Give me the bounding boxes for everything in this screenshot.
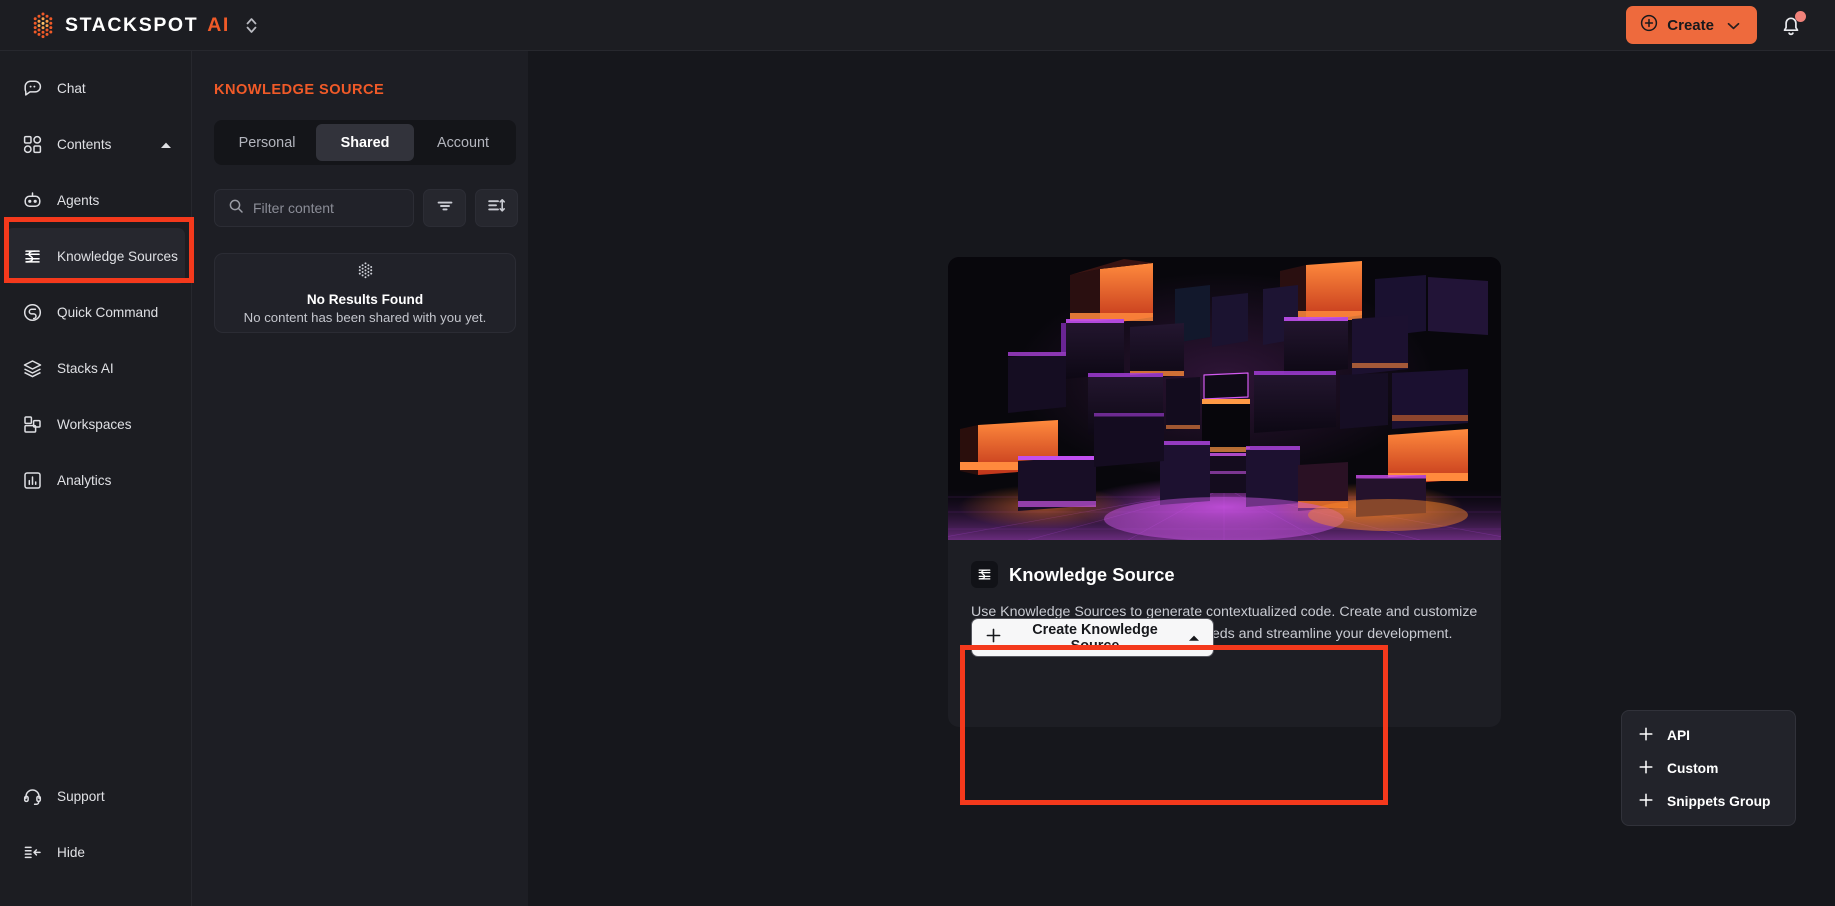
brand-logo[interactable]: STACKSPOT AI: [30, 11, 258, 39]
sidebar-item-stacks-ai[interactable]: Stacks AI: [6, 340, 185, 396]
plus-icon: [1638, 726, 1654, 745]
plus-icon: [1638, 759, 1654, 778]
collapse-sidebar-icon: [22, 842, 43, 863]
sidebar: Chat Contents: [0, 51, 192, 906]
sidebar-item-hide[interactable]: Hide: [6, 824, 186, 880]
dropdown-item-label: Custom: [1667, 761, 1718, 776]
sidebar-item-label: Agents: [57, 193, 99, 208]
create-button-label: Create: [1667, 17, 1714, 34]
tab-account[interactable]: Account: [414, 124, 512, 161]
hex-dots-icon: [356, 261, 375, 286]
plus-circle-icon: [1640, 14, 1658, 36]
chevron-up-icon: [1188, 630, 1200, 646]
stacked-books-icon: [22, 246, 43, 267]
sidebar-item-contents[interactable]: Contents: [6, 116, 185, 172]
search-box[interactable]: [214, 189, 414, 227]
dropdown-item-label: API: [1667, 728, 1690, 743]
filter-row: [214, 189, 528, 227]
sidebar-item-label: Hide: [57, 845, 85, 860]
chevron-down-icon: [1727, 17, 1740, 34]
dropdown-item-label: Snippets Group: [1667, 794, 1770, 809]
grid-squares-icon: [22, 134, 43, 155]
stacked-books-icon: [971, 561, 998, 588]
notification-unread-dot: [1795, 11, 1806, 22]
sidebar-item-label: Workspaces: [57, 417, 132, 432]
sidebar-item-quick-command[interactable]: Quick Command: [6, 284, 185, 340]
top-bar-actions: Create: [1626, 6, 1805, 44]
empty-state-card: No Results Found No content has been sha…: [214, 253, 516, 333]
sidebar-item-label: Stacks AI: [57, 361, 114, 376]
plus-icon: [1638, 792, 1654, 811]
chevron-up-down-icon[interactable]: [245, 15, 258, 36]
search-input[interactable]: [253, 200, 393, 216]
bell-icon: [1779, 24, 1803, 41]
sidebar-item-analytics[interactable]: Analytics: [6, 452, 185, 508]
sort-list-icon: [487, 197, 506, 219]
plus-icon: [985, 627, 1002, 648]
create-knowledge-source-label: Create Knowledge Source: [1013, 622, 1177, 654]
knowledge-source-promo-card: Knowledge Source Use Knowledge Sources t…: [948, 257, 1501, 727]
robot-icon: [22, 190, 43, 211]
brand-suffix: AI: [207, 14, 230, 37]
panel-tabs: Personal Shared Account: [214, 120, 516, 165]
app-root: STACKSPOT AI Create: [0, 0, 1835, 906]
bar-chart-icon: [22, 470, 43, 491]
tab-personal[interactable]: Personal: [218, 124, 316, 161]
sidebar-item-chat[interactable]: Chat: [6, 60, 185, 116]
filter-button[interactable]: [423, 189, 466, 227]
dropdown-item-custom[interactable]: Custom: [1622, 752, 1795, 785]
empty-state-title: No Results Found: [307, 292, 423, 307]
sidebar-item-label: Analytics: [57, 473, 111, 488]
sidebar-item-support[interactable]: Support: [6, 768, 186, 824]
stackspot-hex-logo-icon: [30, 11, 56, 39]
chat-bubble-icon: [22, 78, 43, 99]
funnel-filter-icon: [436, 198, 454, 219]
layers-icon: [22, 358, 43, 379]
quick-command-icon: [22, 302, 43, 323]
promo-header: Knowledge Source: [971, 561, 1478, 588]
knowledge-source-panel: KNOWLEDGE SOURCE Personal Shared Account: [192, 51, 528, 906]
sort-button[interactable]: [475, 189, 518, 227]
create-knowledge-source-button[interactable]: Create Knowledge Source: [971, 618, 1214, 657]
sidebar-item-agents[interactable]: Agents: [6, 172, 185, 228]
sidebar-item-label: Chat: [57, 81, 86, 96]
headset-icon: [22, 786, 43, 807]
brand-name: STACKSPOT: [65, 14, 198, 37]
notifications-button[interactable]: [1779, 12, 1805, 38]
search-icon: [228, 198, 244, 219]
neon-3d-cubes-illustration: [948, 257, 1501, 540]
sidebar-item-label: Contents: [57, 137, 111, 152]
sidebar-item-workspaces[interactable]: Workspaces: [6, 396, 185, 452]
workspaces-icon: [22, 414, 43, 435]
empty-state-subtitle: No content has been shared with you yet.: [244, 310, 487, 325]
main-content: Knowledge Source Use Knowledge Sources t…: [528, 51, 1835, 906]
create-button[interactable]: Create: [1626, 6, 1757, 44]
chevron-up-icon[interactable]: [160, 137, 172, 152]
promo-title: Knowledge Source: [1009, 564, 1175, 586]
tab-shared[interactable]: Shared: [316, 124, 414, 161]
sidebar-bottom-group: Support Hide: [0, 768, 192, 880]
page-title: KNOWLEDGE SOURCE: [214, 82, 528, 98]
sidebar-item-knowledge-sources[interactable]: Knowledge Sources: [6, 228, 185, 284]
create-knowledge-source-dropdown: API Custom Snippets Group: [1621, 710, 1796, 826]
sidebar-item-label: Quick Command: [57, 305, 158, 320]
top-bar: STACKSPOT AI Create: [0, 0, 1835, 51]
sidebar-item-label: Support: [57, 789, 105, 804]
sidebar-item-label: Knowledge Sources: [57, 249, 178, 264]
dropdown-item-snippets-group[interactable]: Snippets Group: [1622, 785, 1795, 818]
dropdown-item-api[interactable]: API: [1622, 719, 1795, 752]
